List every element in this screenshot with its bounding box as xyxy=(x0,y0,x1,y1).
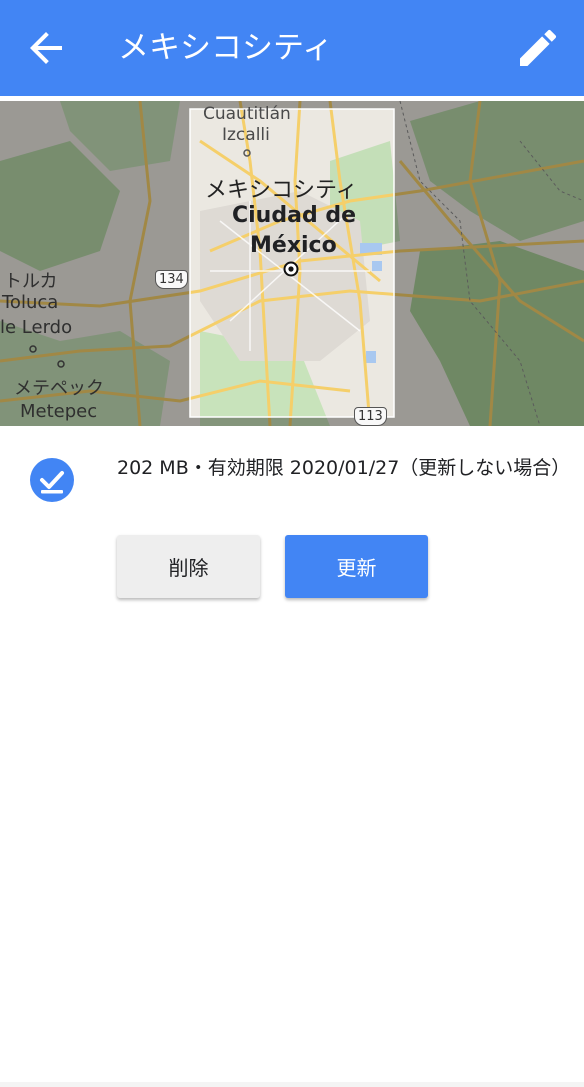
route-shield-134: 134 xyxy=(155,270,188,289)
download-status xyxy=(28,456,76,504)
update-button[interactable]: 更新 xyxy=(285,535,428,598)
map-label-metepec: Metepec xyxy=(20,401,98,422)
map-label-metepec-japanese: メテペック xyxy=(14,378,104,399)
map-label-cuautitlan: Cuautitlán xyxy=(203,104,291,124)
map-label-city-japanese: メキシコシティ xyxy=(205,178,358,203)
app-bar: メキシコシティ xyxy=(0,0,584,96)
arrow-back-icon xyxy=(30,32,62,64)
edit-button[interactable] xyxy=(514,24,562,72)
pencil-icon xyxy=(520,29,557,67)
route-shield-113: 113 xyxy=(354,407,387,426)
back-button[interactable] xyxy=(22,24,70,72)
map-label-toluca: Toluca xyxy=(2,292,59,313)
page-title: メキシコシティ xyxy=(118,30,334,66)
delete-button[interactable]: 削除 xyxy=(117,535,260,598)
map-label-city-spanish-1: Ciudad de xyxy=(232,203,357,228)
bottom-divider xyxy=(0,1082,584,1087)
offline-map-preview[interactable]: Cuautitlán Izcalli メキシコシティ Ciudad de Méx… xyxy=(0,101,584,426)
map-label-izcalli: Izcalli xyxy=(222,125,270,145)
map-label-toluca-japanese: トルカ xyxy=(4,271,58,292)
map-label-city-spanish-2: México xyxy=(250,233,337,258)
download-done-icon xyxy=(30,458,74,502)
map-info-text: 202 MB・有効期限 2020/01/27（更新しない場合） xyxy=(117,457,571,479)
map-label-lerdo: le Lerdo xyxy=(0,317,73,338)
